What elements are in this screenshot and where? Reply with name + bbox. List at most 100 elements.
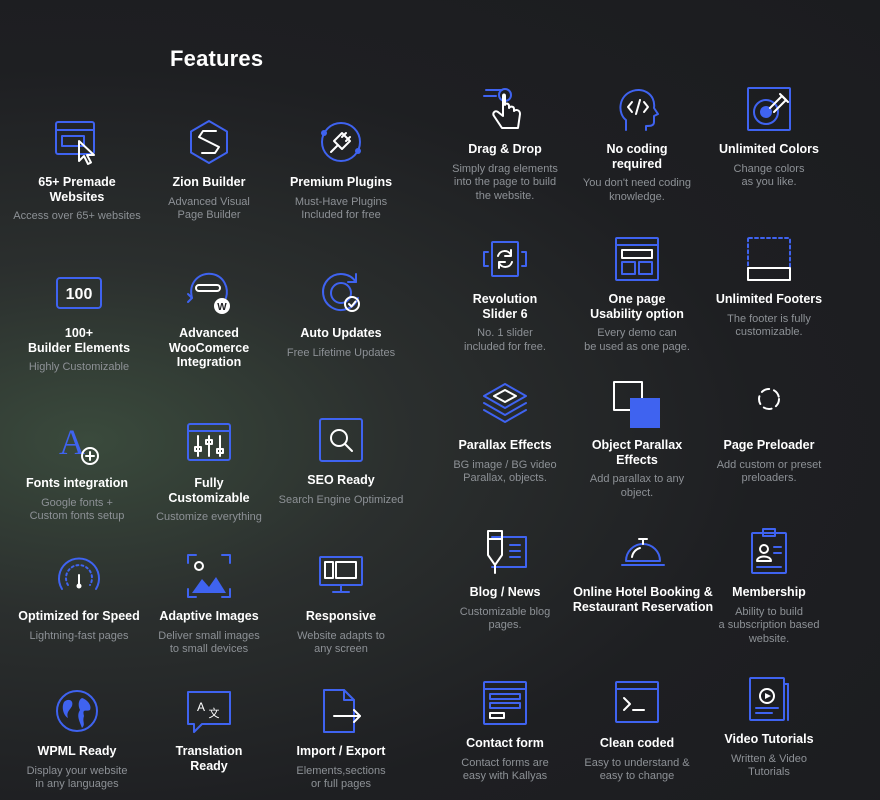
- feature-desc: Ability to build a subscription based we…: [718, 605, 820, 645]
- pen-paper-icon: [480, 527, 530, 577]
- feature-membership: Membership Ability to build a subscripti…: [694, 527, 844, 646]
- feature-title: Clean coded: [599, 736, 675, 750]
- slider-refresh-icon: [480, 234, 530, 284]
- form-window-icon: [480, 678, 530, 728]
- feature-title: Adaptive Images: [159, 609, 259, 623]
- feature-premium-plugins: Premium Plugins Must-Have Plugins Includ…: [266, 117, 416, 223]
- spinner-icon: [744, 380, 794, 430]
- feature-title: Drag & Drop: [468, 142, 542, 156]
- feature-one-page: One page Usability option Every demo can…: [562, 234, 712, 354]
- feature-page-preloader: Page Preloader Add custom or preset prel…: [694, 380, 844, 486]
- feature-title: Responsive: [305, 609, 377, 623]
- svg-text:W: W: [217, 302, 227, 313]
- feature-title: Membership: [732, 585, 806, 599]
- feature-title: No coding required: [606, 142, 668, 171]
- feature-woocommerce: W Advanced WooComerce Integration: [134, 268, 284, 376]
- feature-desc: Change colors as you like.: [733, 162, 805, 189]
- feature-desc: Must-Have Plugins Included for free: [294, 195, 388, 222]
- feature-title: Zion Builder: [172, 175, 246, 189]
- feature-unlimited-colors: Unlimited Colors Change colors as you li…: [694, 84, 844, 190]
- feature-no-coding: No coding required You don't need coding…: [562, 84, 712, 204]
- feature-desc: Access over 65+ websites: [13, 210, 141, 222]
- hand-tap-icon: [480, 84, 530, 134]
- badge-100-icon: 100: [54, 268, 104, 318]
- head-code-icon: [612, 84, 662, 134]
- feature-desc: Written & Video Tutorials: [730, 752, 808, 779]
- page-title: Features: [170, 46, 264, 71]
- feature-drag-drop: Drag & Drop Simply drag elements into th…: [430, 84, 580, 203]
- feature-title: Unlimited Footers: [715, 292, 823, 306]
- feature-desc: Advanced Visual Page Builder: [168, 195, 250, 222]
- globe-icon: [52, 686, 102, 736]
- feature-title: Blog / News: [469, 585, 541, 599]
- terminal-icon: [612, 678, 662, 728]
- feature-desc: Customizable blog pages.: [459, 605, 551, 632]
- file-export-icon: [316, 686, 366, 736]
- feature-title: Fonts integration: [25, 476, 129, 490]
- feature-premade-websites: 65+ Premade Websites Access over 65+ web…: [2, 117, 152, 224]
- feature-desc: You don't need coding knowledge.: [582, 177, 692, 203]
- feature-title: Auto Updates: [300, 326, 382, 340]
- feature-desc: Contact forms are easy with Kallyas: [461, 756, 549, 783]
- feature-desc: Simply drag elements into the page to bu…: [452, 162, 558, 202]
- plug-icon: [316, 117, 366, 167]
- feature-title: Unlimited Colors: [718, 142, 819, 156]
- feature-title: Video Tutorials: [724, 732, 814, 746]
- member-card-icon: [744, 527, 794, 577]
- feature-object-parallax: Object Parallax Effects Add parallax to …: [562, 380, 712, 500]
- feature-title: Advanced WooComerce Integration: [168, 326, 250, 369]
- feature-desc: Website adapts to any screen: [297, 629, 385, 656]
- feature-desc: Add parallax to any object.: [589, 473, 685, 499]
- overlap-squares-icon: [612, 380, 662, 430]
- feature-title: Import / Export: [296, 744, 386, 758]
- feature-desc: Deliver small images to small devices: [158, 629, 260, 656]
- feature-title: Contact form: [466, 736, 544, 750]
- devices-icon: [316, 551, 366, 601]
- svg-text:文: 文: [209, 706, 220, 720]
- feature-desc: Highly Customizable: [28, 361, 130, 373]
- feature-title: Page Preloader: [723, 438, 815, 452]
- feature-responsive: Responsive Website adapts to any screen: [266, 551, 416, 657]
- browser-cursor-icon: [52, 117, 102, 167]
- feature-title: WPML Ready: [37, 744, 117, 758]
- svg-text:A: A: [197, 700, 205, 714]
- layers-icon: [480, 380, 530, 430]
- feature-zion-builder: Zion Builder Advanced Visual Page Builde…: [134, 117, 284, 223]
- feature-adaptive-images: Adaptive Images Deliver small images to …: [134, 551, 284, 657]
- feature-fully-customizable: Fully Customizable Customize everything: [134, 418, 284, 525]
- image-crop-icon: [184, 551, 234, 601]
- feature-title: One page Usability option: [590, 292, 684, 321]
- feature-translation-ready: A文 Translation Ready: [134, 686, 284, 779]
- one-page-layout-icon: [612, 234, 662, 284]
- feature-clean-coded: Clean coded Easy to understand & easy to…: [562, 678, 712, 784]
- feature-title: 65+ Premade Websites: [38, 175, 116, 204]
- feature-desc: Free Lifetime Updates: [286, 346, 396, 359]
- speedometer-icon: [54, 551, 104, 601]
- feature-auto-updates: Auto Updates Free Lifetime Updates: [266, 268, 416, 360]
- zion-logo-icon: [184, 117, 234, 167]
- feature-seo-ready: SEO Ready Search Engine Optimized: [266, 415, 416, 507]
- feature-desc: Lightning-fast pages: [29, 629, 129, 642]
- feature-title: Object Parallax Effects: [591, 438, 683, 467]
- feature-desc: Display your website in any languages: [26, 764, 128, 791]
- feature-unlimited-footers: Unlimited Footers The footer is fully cu…: [694, 234, 844, 340]
- woocommerce-icon: W: [184, 268, 234, 318]
- feature-revolution-slider: Revolution Slider 6 No. 1 slider include…: [430, 234, 580, 354]
- feature-import-export: Import / Export Elements,sections or ful…: [266, 686, 416, 792]
- feature-desc: Every demo can be used as one page.: [584, 327, 690, 353]
- feature-contact-form: Contact form Contact forms are easy with…: [430, 678, 580, 784]
- feature-blog-news: Blog / News Customizable blog pages.: [430, 527, 580, 633]
- magnifier-icon: [316, 415, 366, 465]
- footer-layout-icon: [744, 234, 794, 284]
- refresh-check-icon: [316, 268, 366, 318]
- feature-title: Revolution Slider 6: [472, 292, 538, 321]
- feature-desc: BG image / BG video Parallax, objects.: [453, 458, 557, 485]
- feature-desc: No. 1 slider included for free.: [464, 327, 546, 353]
- svg-text:100: 100: [66, 286, 93, 303]
- feature-desc: Google fonts + Custom fonts setup: [29, 496, 125, 523]
- feature-desc: Add custom or preset preloaders.: [716, 458, 822, 485]
- feature-video-tutorials: Video Tutorials Written & Video Tutorial…: [694, 674, 844, 780]
- feature-title: Translation Ready: [175, 744, 243, 773]
- service-bell-icon: [618, 527, 668, 577]
- feature-desc: Elements,sections or full pages: [296, 764, 386, 791]
